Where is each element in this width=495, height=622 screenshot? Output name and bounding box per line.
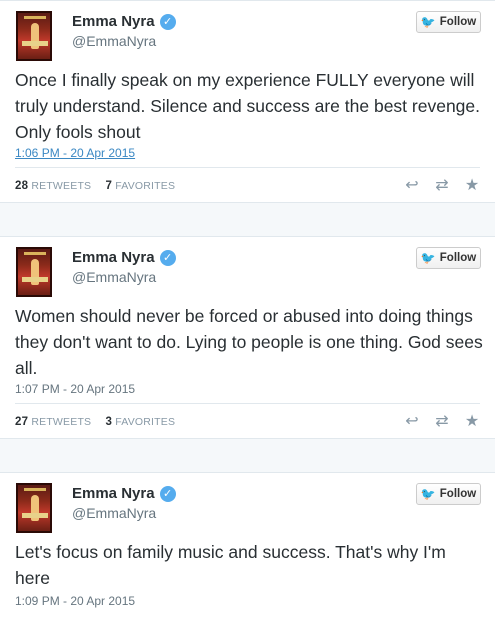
tweet-text: Once I finally speak on my experience FU… [15, 70, 480, 142]
follow-button[interactable]: 🐦 Follow [416, 11, 481, 33]
reply-icon[interactable]: ↩ [403, 175, 421, 195]
tweet-timestamp[interactable]: 1:09 PM - 20 Apr 2015 [15, 594, 135, 608]
twitter-bird-icon: 🐦 [420, 251, 436, 265]
tweet-separator [0, 439, 495, 472]
tweet-text: Women should never be forced or abused i… [15, 306, 483, 378]
tweet-timestamp[interactable]: 1:07 PM - 20 Apr 2015 [15, 382, 135, 396]
tweet-card: Emma Nyra ✓ @EmmaNyra 🐦 Follow Let's foc… [0, 472, 495, 622]
follow-button[interactable]: 🐦 Follow [416, 483, 481, 505]
author-block: Emma Nyra ✓ @EmmaNyra [72, 13, 176, 49]
tweet-stats: 27 RETWEETS 3 FAVORITES [15, 416, 176, 428]
author-name[interactable]: Emma Nyra ✓ [72, 249, 176, 266]
twitter-bird-icon: 🐦 [420, 15, 436, 29]
verified-badge-icon: ✓ [159, 485, 176, 502]
retweet-count[interactable]: 27 [15, 416, 28, 428]
twitter-bird-icon: 🐦 [420, 487, 436, 501]
avatar[interactable] [16, 483, 52, 533]
author-handle[interactable]: @EmmaNyra [72, 33, 176, 49]
tweet-timestamp[interactable]: 1:06 PM - 20 Apr 2015 [15, 146, 135, 160]
retweet-icon[interactable]: ⇄ [433, 411, 451, 431]
author-handle[interactable]: @EmmaNyra [72, 269, 176, 285]
star-icon[interactable]: ★ [463, 175, 481, 195]
follow-button[interactable]: 🐦 Follow [416, 247, 481, 269]
author-block: Emma Nyra ✓ @EmmaNyra [72, 485, 176, 521]
author-name[interactable]: Emma Nyra ✓ [72, 13, 176, 30]
author-block: Emma Nyra ✓ @EmmaNyra [72, 249, 176, 285]
author-name[interactable]: Emma Nyra ✓ [72, 485, 176, 502]
tweet-actions: ↩ ⇄ ★ [403, 411, 481, 431]
tweet-stats: 28 RETWEETS 7 FAVORITES [15, 180, 176, 192]
divider [15, 167, 480, 168]
favorite-count[interactable]: 3 [106, 416, 113, 428]
retweet-count[interactable]: 28 [15, 180, 28, 192]
avatar[interactable] [16, 247, 52, 297]
author-handle[interactable]: @EmmaNyra [72, 505, 176, 521]
tweet-card: Emma Nyra ✓ @EmmaNyra 🐦 Follow Once I fi… [0, 0, 495, 203]
reply-icon[interactable]: ↩ [403, 411, 421, 431]
favorite-count[interactable]: 7 [106, 180, 113, 192]
tweet-separator [0, 203, 495, 236]
retweet-icon[interactable]: ⇄ [433, 175, 451, 195]
tweet-actions: ↩ ⇄ ★ [403, 175, 481, 195]
star-icon[interactable]: ★ [463, 411, 481, 431]
divider [15, 403, 480, 404]
tweet-card: Emma Nyra ✓ @EmmaNyra 🐦 Follow Women sho… [0, 236, 495, 439]
tweet-text: Let's focus on family music and success.… [15, 542, 446, 588]
verified-badge-icon: ✓ [159, 249, 176, 266]
verified-badge-icon: ✓ [159, 13, 176, 30]
avatar[interactable] [16, 11, 52, 61]
